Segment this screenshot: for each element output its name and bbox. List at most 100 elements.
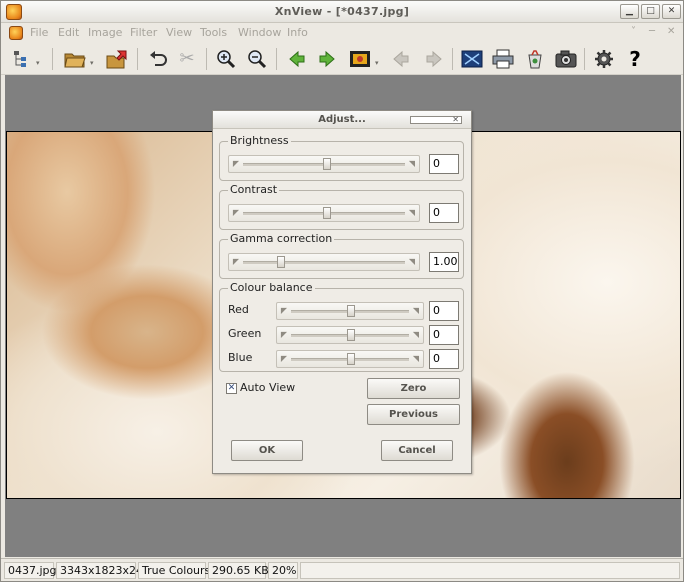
status-zoom: 20%	[268, 562, 298, 579]
minimize-button[interactable]: ▁	[620, 4, 639, 19]
slider-right-arrow-icon[interactable]: ◥	[407, 208, 417, 218]
gamma-slider[interactable]: ◤ ◥	[228, 253, 420, 271]
green-value-input[interactable]: 0	[429, 325, 459, 345]
brightness-group: Brightness ◤ ◥ 0	[219, 134, 464, 181]
slider-thumb[interactable]	[347, 353, 355, 365]
auto-view-checkbox[interactable]: ✕	[226, 383, 237, 394]
doc-close-icon[interactable]: ✕	[667, 26, 675, 37]
slider-thumb[interactable]	[347, 305, 355, 317]
green-slider[interactable]: ◤ ◥	[276, 326, 424, 344]
colour-balance-group: Colour balance Red ◤ ◥ 0 Green ◤ ◥ 0 Blu…	[219, 281, 464, 372]
menu-tools[interactable]: Tools	[200, 26, 227, 39]
export-icon[interactable]	[105, 47, 129, 71]
close-button[interactable]: ✕	[662, 4, 681, 19]
doc-minimize-icon[interactable]: ˅	[631, 26, 636, 37]
slider-thumb[interactable]	[323, 207, 331, 219]
dialog-title-bar[interactable]: Adjust... ✕	[213, 111, 471, 129]
slider-left-arrow-icon[interactable]: ◤	[279, 306, 289, 316]
previous-button[interactable]: Previous	[367, 404, 460, 425]
last-page-icon[interactable]	[422, 47, 446, 71]
settings-gear-icon[interactable]	[592, 47, 616, 71]
open-folder-icon[interactable]	[63, 47, 87, 71]
cancel-button[interactable]: Cancel	[381, 440, 453, 461]
dialog-titlebar-button[interactable]: ✕	[410, 115, 462, 124]
ok-button[interactable]: OK	[231, 440, 303, 461]
slider-thumb[interactable]	[347, 329, 355, 341]
toolbar-separator	[452, 48, 453, 70]
slider-right-arrow-icon[interactable]: ◥	[411, 330, 421, 340]
slider-left-arrow-icon[interactable]: ◤	[279, 354, 289, 364]
slider-left-arrow-icon[interactable]: ◤	[231, 257, 241, 267]
zero-button[interactable]: Zero	[367, 378, 460, 399]
menu-window[interactable]: Window	[238, 26, 281, 39]
contrast-value-input[interactable]: 0	[429, 203, 459, 223]
document-menu-icon[interactable]	[9, 26, 23, 40]
browser-tree-icon[interactable]	[10, 47, 34, 71]
toolbar-separator	[584, 48, 585, 70]
fullscreen-icon[interactable]	[460, 47, 484, 71]
status-filename: 0437.jpg	[4, 562, 57, 579]
brightness-slider[interactable]: ◤ ◥	[228, 155, 420, 173]
blue-label: Blue	[228, 351, 253, 364]
status-dimensions: 3343x1823x24	[56, 562, 143, 579]
blue-slider[interactable]: ◤ ◥	[276, 350, 424, 368]
toolbar-separator	[206, 48, 207, 70]
zoom-in-icon[interactable]	[214, 47, 238, 71]
gamma-value-input[interactable]: 1.00	[429, 252, 459, 272]
slider-right-arrow-icon[interactable]: ◥	[407, 257, 417, 267]
slider-left-arrow-icon[interactable]: ◤	[231, 208, 241, 218]
menu-filter[interactable]: Filter	[130, 26, 157, 39]
slider-thumb[interactable]	[323, 158, 331, 170]
red-slider[interactable]: ◤ ◥	[276, 302, 424, 320]
toolbar-separator	[52, 48, 53, 70]
green-label: Green	[228, 327, 262, 340]
doc-restore-icon[interactable]: ─	[649, 26, 655, 37]
browser-dropdown-icon[interactable]: ▾	[36, 59, 40, 67]
slider-left-arrow-icon[interactable]: ◤	[231, 159, 241, 169]
blue-value-input[interactable]: 0	[429, 349, 459, 369]
status-colour-mode: True Colours	[138, 562, 210, 579]
gamma-group: Gamma correction ◤ ◥ 1.00	[219, 232, 464, 279]
brightness-label: Brightness	[228, 134, 291, 147]
capture-icon[interactable]	[554, 47, 578, 71]
zoom-out-icon[interactable]	[245, 47, 269, 71]
menu-info[interactable]: Info	[287, 26, 308, 39]
menu-bar: File Edit Image Filter View Tools Window…	[1, 23, 683, 43]
red-label: Red	[228, 303, 249, 316]
window-title: XnView - [*0437.jpg]	[274, 5, 410, 18]
toolbar: ▾ ▾ ✂ ▾ ?	[1, 43, 683, 75]
slider-thumb[interactable]	[277, 256, 285, 268]
adjust-dialog: Adjust... ✕ Brightness ◤ ◥ 0 Contrast ◤ …	[212, 110, 472, 474]
contrast-label: Contrast	[228, 183, 280, 196]
brightness-value-input[interactable]: 0	[429, 154, 459, 174]
menu-view[interactable]: View	[166, 26, 192, 39]
menu-edit[interactable]: Edit	[58, 26, 79, 39]
contrast-group: Contrast ◤ ◥ 0	[219, 183, 464, 230]
undo-icon[interactable]	[146, 47, 170, 71]
colour-balance-label: Colour balance	[228, 281, 315, 294]
print-icon[interactable]	[491, 47, 515, 71]
status-filesize: 290.65 KB	[208, 562, 269, 579]
help-icon[interactable]: ?	[623, 47, 647, 71]
maximize-button[interactable]: □	[641, 4, 660, 19]
slideshow-dropdown-icon[interactable]: ▾	[375, 59, 379, 67]
gamma-label: Gamma correction	[228, 232, 335, 245]
open-dropdown-icon[interactable]: ▾	[90, 59, 94, 67]
recycle-icon[interactable]	[523, 47, 547, 71]
red-value-input[interactable]: 0	[429, 301, 459, 321]
slider-left-arrow-icon[interactable]: ◤	[279, 330, 289, 340]
slider-right-arrow-icon[interactable]: ◥	[411, 354, 421, 364]
slider-right-arrow-icon[interactable]: ◥	[407, 159, 417, 169]
status-bar: 0437.jpg 3343x1823x24 True Colours 290.6…	[1, 558, 683, 581]
slider-right-arrow-icon[interactable]: ◥	[411, 306, 421, 316]
menu-image[interactable]: Image	[88, 26, 122, 39]
contrast-slider[interactable]: ◤ ◥	[228, 204, 420, 222]
auto-view-label: Auto View	[240, 381, 296, 394]
cut-icon[interactable]: ✂	[175, 47, 199, 71]
first-page-icon[interactable]	[389, 47, 413, 71]
close-icon: ✕	[452, 115, 459, 124]
next-arrow-icon[interactable]	[315, 47, 339, 71]
slideshow-icon[interactable]	[348, 47, 372, 71]
menu-file[interactable]: File	[30, 26, 48, 39]
previous-arrow-icon[interactable]	[285, 47, 309, 71]
